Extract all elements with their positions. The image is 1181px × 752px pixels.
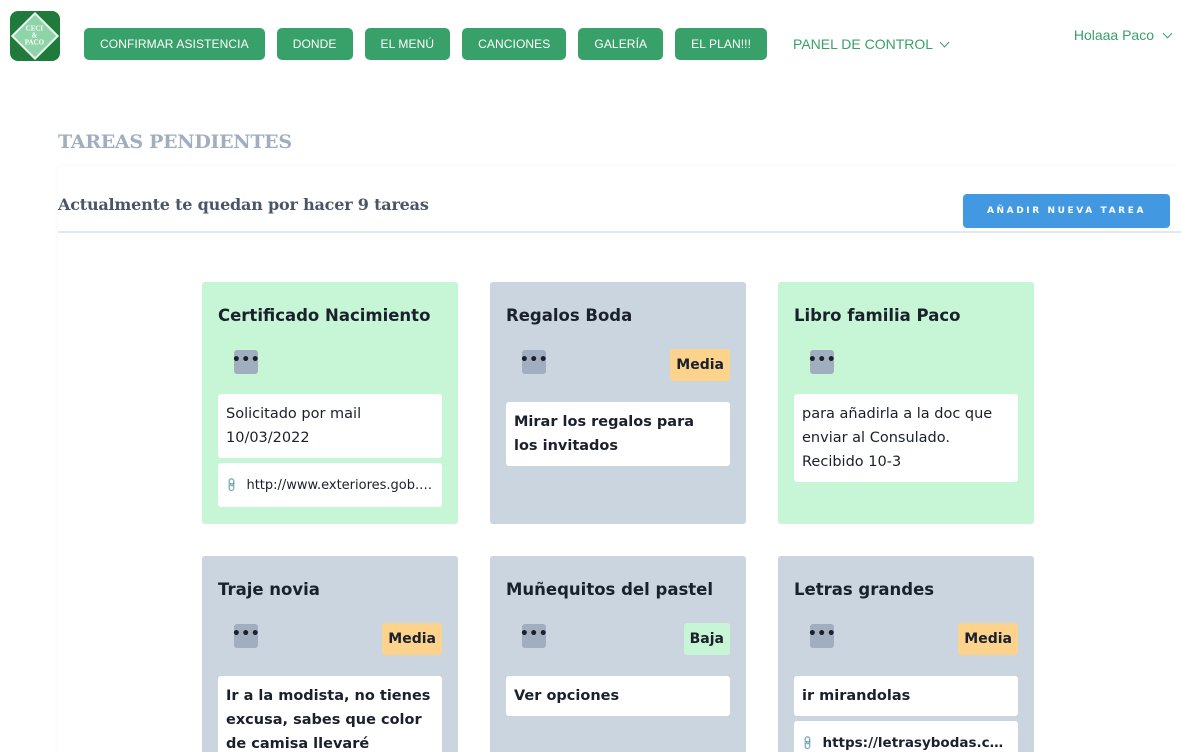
priority-badge: Baja: [683, 623, 730, 655]
paperclip-icon: 🔗: [223, 476, 241, 494]
panel-de-control-dropdown[interactable]: PANEL DE CONTROL: [793, 36, 950, 52]
task-card[interactable]: Libro familia Paco ••• para añadirla a l…: [778, 282, 1034, 524]
paperclip-icon: 🔗: [799, 734, 817, 752]
priority-badge: Media: [670, 349, 730, 381]
task-title: Libro familia Paco: [794, 306, 961, 325]
task-title: Letras grandes: [794, 580, 935, 599]
task-card[interactable]: Certificado Nacimiento ••• Solicitado po…: [202, 282, 458, 524]
task-description: Ver opciones: [506, 676, 730, 716]
nav-confirmar-asistencia[interactable]: CONFIRMAR ASISTENCIA: [84, 28, 265, 60]
task-link-url: http://www.exteriores.gob.es...: [246, 477, 434, 493]
task-description: Ir a la modista, no tienes excusa, sabes…: [218, 676, 442, 752]
logo-text: CECI & PACO: [25, 24, 45, 47]
task-link-url: https://letrasybodas.com/l...: [822, 735, 1010, 751]
logo-emblem: CECI & PACO: [10, 11, 60, 61]
nav-el-plan[interactable]: EL PLAN!!!: [675, 28, 768, 60]
task-title: Regalos Boda: [506, 306, 633, 325]
ellipsis-icon[interactable]: •••: [232, 624, 260, 648]
task-card[interactable]: Traje novia ••• Media Ir a la modista, n…: [202, 556, 458, 752]
task-link[interactable]: 🔗 https://letrasybodas.com/l...: [794, 721, 1018, 752]
task-card[interactable]: Letras grandes ••• Media ir mirandolas 🔗…: [778, 556, 1034, 752]
priority-badge: Media: [382, 623, 442, 655]
tasks-count-text: Actualmente te quedan por hacer 9 tareas: [58, 195, 429, 214]
chevron-down-icon: [1162, 28, 1173, 38]
nav-el-menu[interactable]: EL MENÚ: [364, 28, 451, 60]
task-title: Muñequitos del pastel: [506, 580, 714, 599]
page-title: TAREAS PENDIENTES: [58, 131, 292, 153]
task-card[interactable]: Muñequitos del pastel ••• Baja Ver opcio…: [490, 556, 746, 752]
task-description: para añadirla a la doc que enviar al Con…: [794, 394, 1018, 482]
panel-header: Actualmente te quedan por hacer 9 tareas…: [58, 166, 1181, 233]
app-logo[interactable]: CECI & PACO: [10, 11, 60, 61]
priority-badge: Media: [958, 623, 1018, 655]
task-description: Mirar los regalos para los invitados: [506, 402, 730, 466]
add-task-button[interactable]: AÑADIR NUEVA TAREA: [963, 194, 1170, 228]
ellipsis-icon[interactable]: •••: [520, 624, 548, 648]
ellipsis-icon[interactable]: •••: [520, 350, 548, 374]
user-greeting: Holaaa Paco: [1073, 27, 1154, 43]
task-description: ir mirandolas: [794, 676, 1018, 716]
task-title: Certificado Nacimiento: [218, 306, 431, 325]
main-nav: CONFIRMAR ASISTENCIA DONDE EL MENÚ CANCI…: [84, 28, 950, 60]
panel-de-control-label: PANEL DE CONTROL: [793, 36, 934, 52]
task-title: Traje novia: [218, 580, 320, 599]
ellipsis-icon[interactable]: •••: [808, 624, 836, 648]
nav-galeria[interactable]: GALERÍA: [578, 28, 664, 60]
user-menu[interactable]: Holaaa Paco: [1073, 27, 1173, 43]
nav-canciones[interactable]: CANCIONES: [462, 28, 567, 60]
chevron-down-icon: [939, 37, 950, 47]
ellipsis-icon[interactable]: •••: [232, 350, 260, 374]
task-description: Solicitado por mail 10/03/2022: [218, 394, 442, 458]
task-link[interactable]: 🔗 http://www.exteriores.gob.es...: [218, 463, 442, 507]
ellipsis-icon[interactable]: •••: [808, 350, 836, 374]
nav-donde[interactable]: DONDE: [276, 28, 353, 60]
task-card[interactable]: Regalos Boda ••• Media Mirar los regalos…: [490, 282, 746, 524]
